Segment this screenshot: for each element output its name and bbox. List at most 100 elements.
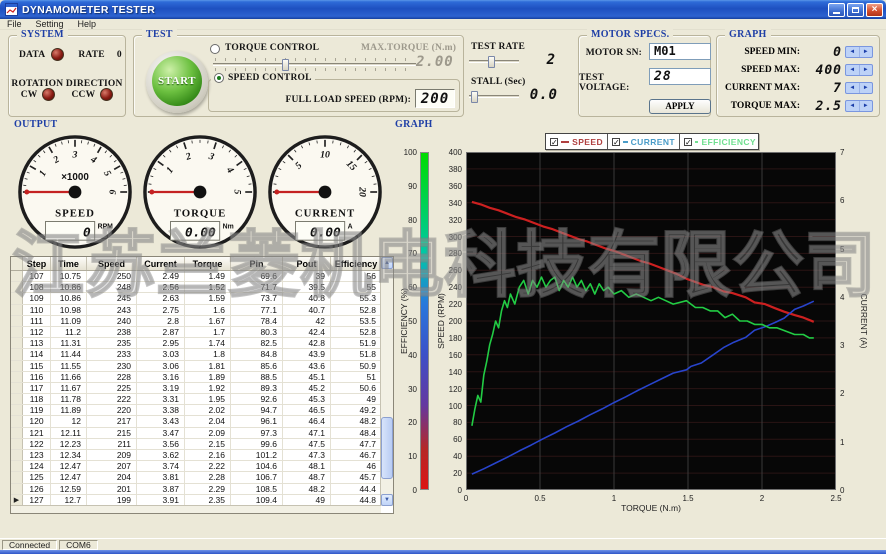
table-header-pin[interactable]: Pin (231, 257, 283, 270)
apply-button[interactable]: APPLY (649, 99, 711, 114)
table-vertical-scrollbar[interactable]: ▲ ▼ (380, 257, 393, 506)
graph-setting-spinner[interactable]: ◄► (845, 46, 873, 58)
graph-settings-panel: GRAPH SPEED MIN:0◄►SPEED MAX:400◄►CURREN… (716, 35, 880, 117)
table-row[interactable]: 11711.672253.191.9289.345.250.6 (11, 383, 393, 394)
spinner-left-icon[interactable]: ◄ (846, 65, 860, 75)
restore-button[interactable] (847, 3, 864, 17)
table-cell: 3.31 (137, 394, 185, 404)
svg-text:RPM: RPM (98, 223, 114, 230)
table-cell: 1.89 (185, 372, 231, 382)
legend-line-swatch (561, 141, 569, 143)
spinner-left-icon[interactable]: ◄ (846, 101, 860, 111)
minimize-button[interactable] (828, 3, 845, 17)
graph-setting-spinner[interactable]: ◄► (845, 100, 873, 112)
table-cell: 48.2 (283, 484, 331, 494)
menu-item-help[interactable]: Help (71, 19, 104, 30)
motor-sn-input[interactable]: M01 (649, 43, 711, 60)
graph-setting-spinner[interactable]: ◄► (845, 82, 873, 94)
spinner-left-icon[interactable]: ◄ (846, 47, 860, 57)
table-cell: 43.9 (283, 349, 331, 359)
menu-item-setting[interactable]: Setting (29, 19, 71, 30)
table-header-efficiency[interactable]: Efficiency (331, 257, 382, 270)
scroll-down-button[interactable]: ▼ (381, 494, 393, 506)
scroll-thumb[interactable] (381, 417, 393, 479)
test-rate-slider-thumb[interactable] (488, 56, 495, 68)
graph-setting-value: 2.5 (816, 99, 842, 114)
table-header-pout[interactable]: Pout (283, 257, 331, 270)
table-row[interactable]: 12212.232113.562.1599.647.547.7 (11, 439, 393, 450)
max-torque-slider[interactable] (213, 58, 416, 72)
current-tick: 3 (840, 341, 856, 350)
table-row[interactable]: 11511.552303.061.8185.643.650.9 (11, 361, 393, 372)
table-row[interactable]: 10710.752502.491.4969.63956 (11, 271, 393, 282)
table-row[interactable]: 11010.982432.751.677.140.752.8 (11, 305, 393, 316)
apply-button-label: APPLY (665, 101, 694, 111)
torque-tick: 0.5 (530, 494, 550, 503)
stall-slider-thumb[interactable] (471, 91, 478, 103)
speed-control-radio[interactable] (214, 73, 224, 83)
table-cell: 12.34 (51, 450, 87, 460)
table-header-speed[interactable]: Speed (87, 257, 137, 270)
table-header-step[interactable]: Step (23, 257, 51, 270)
table-header-current[interactable]: Current (137, 257, 185, 270)
table-cell: 2.15 (185, 439, 231, 449)
efficiency-tick: 10 (396, 452, 417, 461)
table-row[interactable]: 11911.892203.382.0294.746.549.2 (11, 405, 393, 416)
test-rate-slider[interactable] (469, 55, 519, 69)
table-cell: 1.49 (185, 271, 231, 281)
spinner-right-icon[interactable]: ► (860, 83, 873, 93)
table-cell: 101.2 (231, 450, 283, 460)
table-row[interactable]: 12112.112153.472.0997.347.148.4 (11, 428, 393, 439)
max-torque-slider-thumb[interactable] (282, 59, 289, 71)
table-cell: 2.16 (185, 450, 231, 460)
table-row[interactable]: 12412.472073.742.22104.648.146 (11, 461, 393, 472)
table-cell: 1.7 (185, 327, 231, 337)
table-row[interactable]: 11811.782223.311.9592.645.349 (11, 394, 393, 405)
motor-sn-label: MOTOR SN: (586, 48, 642, 58)
spinner-right-icon[interactable]: ► (860, 101, 873, 111)
graph-setting-spinner[interactable]: ◄► (845, 64, 873, 76)
current-tick: 6 (840, 196, 856, 205)
svg-text:20: 20 (356, 186, 367, 197)
table-row[interactable]: 12512.472043.812.28106.748.745.7 (11, 472, 393, 483)
table-row[interactable]: 11111.092402.81.6778.44253.5 (11, 316, 393, 327)
table-cell: 50.6 (331, 383, 382, 393)
graph-setting-row: CURRENT MAX:7◄► (717, 81, 879, 95)
table-header-torque[interactable]: Torque (185, 257, 231, 270)
gauge-speed: 123456×1000SPEED0RPM (16, 133, 134, 251)
chart-zone: EFFICIENCY (%) SPEED (RPM) CURRENT (A) 1… (396, 145, 886, 517)
table-cell: 42.8 (283, 338, 331, 348)
table-row[interactable]: 120122173.432.0496.146.448.2 (11, 416, 393, 427)
spinner-right-icon[interactable]: ► (860, 65, 873, 75)
efficiency-tick: 0 (396, 486, 417, 495)
scroll-up-button[interactable]: ▲ (381, 257, 393, 269)
speed-tick: 340 (438, 199, 462, 208)
stall-slider[interactable] (469, 90, 519, 104)
torque-control-radio[interactable] (210, 44, 220, 54)
table-row[interactable]: 12612.592013.872.29108.548.244.4 (11, 484, 393, 495)
graph-setting-label: CURRENT MAX: (725, 83, 800, 93)
table-row[interactable]: 11411.442333.031.884.843.951.8 (11, 349, 393, 360)
table-header-time[interactable]: Time (51, 257, 87, 270)
speed-control-label: SPEED CONTROL (228, 73, 312, 83)
start-button[interactable]: START (152, 56, 202, 106)
table-row[interactable]: 11311.312352.951.7482.542.851.9 (11, 338, 393, 349)
table-row[interactable]: 11611.662283.161.8988.545.151 (11, 372, 393, 383)
close-button[interactable]: × (866, 3, 883, 17)
test-voltage-input[interactable]: 28 (649, 68, 711, 85)
spinner-right-icon[interactable]: ► (860, 47, 873, 57)
menu-item-file[interactable]: File (0, 19, 29, 30)
table-horizontal-scrollbar[interactable] (11, 505, 381, 513)
data-table: StepTimeSpeedCurrentTorquePinPoutEfficie… (10, 256, 394, 514)
row-selector (11, 282, 23, 292)
full-load-speed-display[interactable]: 200 (415, 89, 455, 108)
table-row[interactable]: 12312.342093.622.16101.247.346.7 (11, 450, 393, 461)
table-row[interactable]: 10910.862452.631.5973.740.855.3 (11, 293, 393, 304)
table-row[interactable]: 11211.22382.871.780.342.452.8 (11, 327, 393, 338)
table-cell: 2.87 (137, 327, 185, 337)
table-row[interactable]: 10810.862482.561.5271.739.555 (11, 282, 393, 293)
table-cell: 49 (283, 495, 331, 505)
spinner-left-icon[interactable]: ◄ (846, 83, 860, 93)
table-cell: 117 (23, 383, 51, 393)
table-cell: 1.74 (185, 338, 231, 348)
